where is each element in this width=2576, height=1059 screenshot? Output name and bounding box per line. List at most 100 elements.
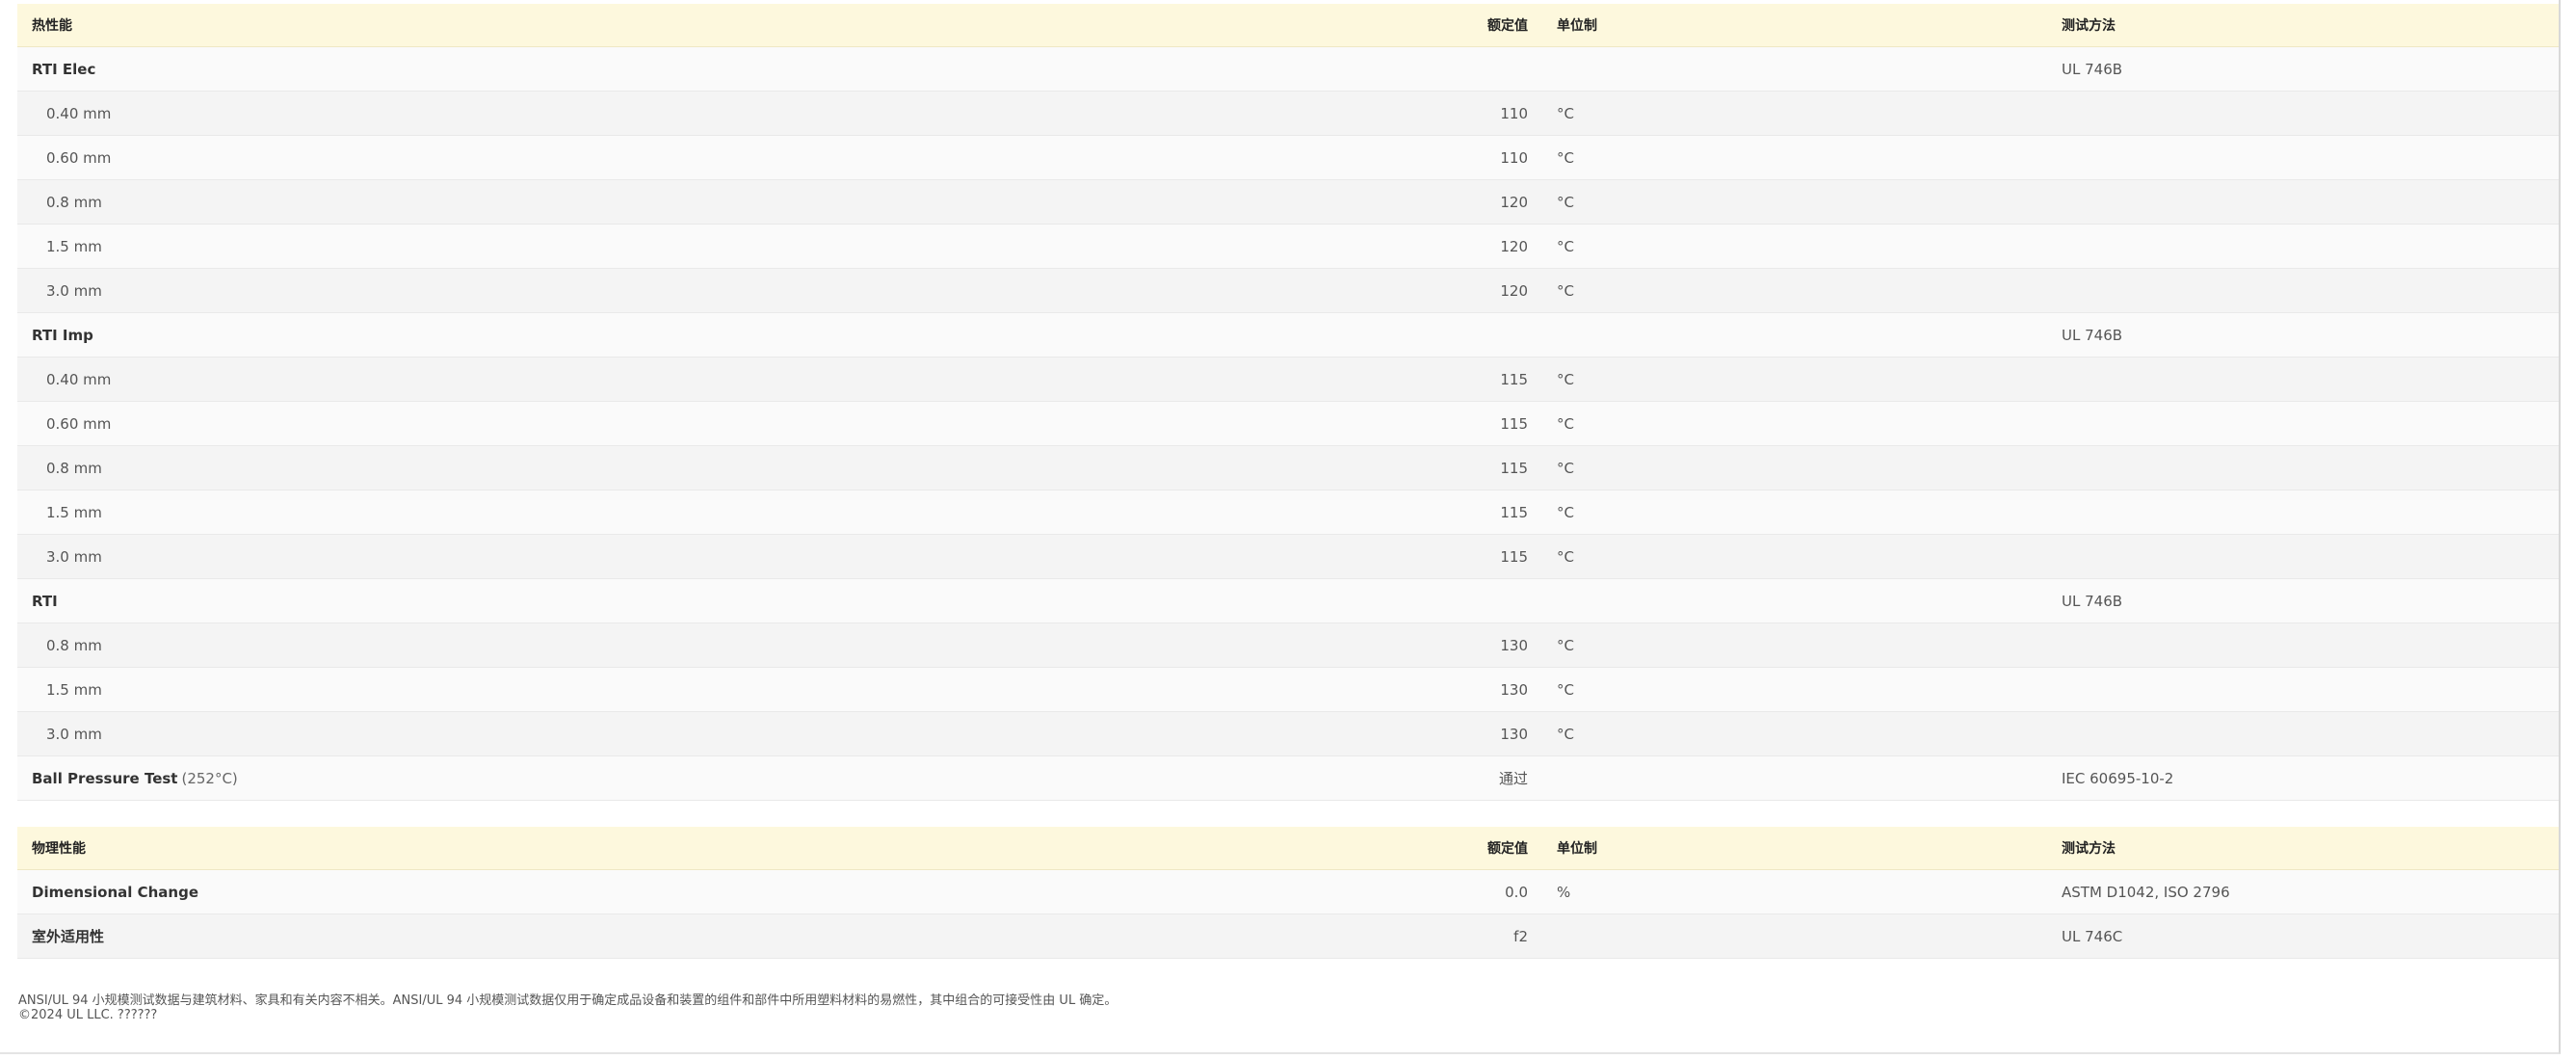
row-property-cell: 0.8 mm	[46, 446, 102, 490]
row-property-cell: 1.5 mm	[46, 490, 102, 534]
header-method: 测试方法	[2062, 841, 2116, 857]
row-method: IEC 60695-10-2	[2062, 769, 2174, 787]
row-property-cell: 0.60 mm	[46, 136, 111, 179]
row-property-cell: 3.0 mm	[46, 269, 102, 312]
row-unit: °C	[1557, 193, 1574, 211]
row-unit: °C	[1557, 281, 1574, 300]
table-row: 0.40 mm 110 °C	[17, 92, 2559, 136]
row-unit: °C	[1557, 680, 1574, 699]
row-value: 通过	[1498, 770, 1528, 787]
row-property-name: 0.40 mm	[46, 370, 112, 388]
table-header: 物理性能 额定值 单位制 测试方法	[17, 827, 2559, 870]
header-property: 物理性能	[32, 841, 86, 857]
row-unit: °C	[1557, 725, 1574, 743]
row-property-name: RTI	[32, 592, 58, 610]
table-row: RTI Imp UL 746B	[17, 313, 2559, 357]
row-property-note: (252°C)	[181, 769, 238, 787]
row-value: 130	[1500, 725, 1528, 743]
row-value: f2	[1513, 927, 1528, 945]
row-unit: °C	[1557, 104, 1574, 122]
row-property-name: RTI Elec	[32, 60, 96, 78]
row-property-cell: 室外适用性	[32, 914, 104, 958]
row-property-name: 3.0 mm	[46, 547, 102, 566]
table-row: 0.8 mm 130 °C	[17, 623, 2559, 668]
row-value: 115	[1500, 414, 1528, 433]
row-property-name: Dimensional Change	[32, 883, 199, 901]
row-property-name: 1.5 mm	[46, 503, 102, 521]
row-value: 115	[1500, 370, 1528, 388]
row-property-name: 3.0 mm	[46, 281, 102, 300]
row-property-cell: 0.40 mm	[46, 357, 111, 401]
row-value: 120	[1500, 193, 1528, 211]
row-property-cell: 0.8 mm	[46, 623, 102, 667]
row-property-cell: 1.5 mm	[46, 668, 102, 711]
row-property-name: Ball Pressure Test	[32, 769, 178, 787]
row-method: UL 746B	[2062, 592, 2123, 610]
row-method: UL 746B	[2062, 326, 2123, 344]
row-unit: °C	[1557, 459, 1574, 477]
row-property-cell: 1.5 mm	[46, 225, 102, 268]
table-row: RTI Elec UL 746B	[17, 47, 2559, 92]
row-property-cell: 0.40 mm	[46, 92, 111, 135]
row-property-cell: RTI Imp	[32, 313, 93, 357]
row-property-name: 3.0 mm	[46, 725, 102, 743]
row-value: 115	[1500, 503, 1528, 521]
physical-properties-table: 物理性能 额定值 单位制 测试方法 Dimensional Change 0.0%…	[17, 827, 2559, 959]
row-unit: °C	[1557, 237, 1574, 255]
row-property-name: 0.8 mm	[46, 459, 102, 477]
row-method: UL 746B	[2062, 60, 2123, 78]
header-value: 额定值	[1487, 18, 1528, 34]
table-row: 室外适用性 f2 UL 746C	[17, 914, 2559, 959]
thermal-properties-table: 热性能 额定值 单位制 测试方法 RTI Elec UL 746B 0.40 mm 1…	[17, 4, 2559, 801]
row-unit: %	[1557, 883, 1571, 901]
row-method: ASTM D1042, ISO 2796	[2062, 883, 2230, 901]
row-property-name: 0.40 mm	[46, 104, 112, 122]
header-value: 额定值	[1487, 841, 1528, 857]
row-property-cell: Ball Pressure Test (252°C)	[32, 756, 238, 800]
row-property-name: 1.5 mm	[46, 237, 102, 255]
row-property-cell: Dimensional Change	[32, 870, 198, 913]
row-property-cell: RTI	[32, 579, 58, 622]
row-property-name: 1.5 mm	[46, 680, 102, 699]
table-row: 0.40 mm 115 °C	[17, 357, 2559, 402]
copyright-text: ©2024 UL LLC. ??????	[18, 1008, 158, 1022]
row-unit: °C	[1557, 148, 1574, 167]
header-unit: 单位制	[1557, 841, 1597, 857]
table-row: 3.0 mm 120 °C	[17, 269, 2559, 313]
row-value: 110	[1500, 148, 1528, 167]
table-row: RTI UL 746B	[17, 579, 2559, 623]
row-property-cell: RTI Elec	[32, 47, 95, 91]
row-value: 0.0	[1505, 883, 1528, 901]
table-row: 1.5 mm 115 °C	[17, 490, 2559, 535]
table-row: Dimensional Change 0.0% ASTM D1042, ISO 27…	[17, 870, 2559, 914]
table-row: 1.5 mm 120 °C	[17, 225, 2559, 269]
row-unit: °C	[1557, 636, 1574, 654]
row-property-name: RTI Imp	[32, 326, 93, 344]
table-row: 0.8 mm 120 °C	[17, 180, 2559, 225]
row-value: 130	[1500, 636, 1528, 654]
header-property: 热性能	[32, 18, 72, 34]
row-method: UL 746C	[2062, 927, 2123, 945]
row-property-name: 0.8 mm	[46, 193, 102, 211]
row-value: 115	[1500, 459, 1528, 477]
row-value: 110	[1500, 104, 1528, 122]
row-property-cell: 3.0 mm	[46, 712, 102, 755]
row-value: 120	[1500, 281, 1528, 300]
table-row: 0.60 mm 115 °C	[17, 402, 2559, 446]
table-row: 0.60 mm 110 °C	[17, 136, 2559, 180]
row-value: 130	[1500, 680, 1528, 699]
disclaimer-text: ANSI/UL 94 小规模测试数据与建筑材料、家具和有关内容不相关。ANSI/…	[18, 993, 1117, 1008]
row-unit: °C	[1557, 503, 1574, 521]
table-row: 0.8 mm 115 °C	[17, 446, 2559, 490]
row-unit: °C	[1557, 414, 1574, 433]
row-property-name: 0.60 mm	[46, 148, 112, 167]
table-row: Ball Pressure Test (252°C) 通过 IEC 60695-10-…	[17, 756, 2559, 801]
header-unit: 单位制	[1557, 18, 1597, 34]
table-row: 1.5 mm 130 °C	[17, 668, 2559, 712]
row-property-cell: 0.60 mm	[46, 402, 111, 445]
table-row: 3.0 mm 115 °C	[17, 535, 2559, 579]
row-value: 115	[1500, 547, 1528, 566]
row-property-cell: 0.8 mm	[46, 180, 102, 224]
row-unit: °C	[1557, 547, 1574, 566]
table-header: 热性能 额定值 单位制 测试方法	[17, 4, 2559, 47]
